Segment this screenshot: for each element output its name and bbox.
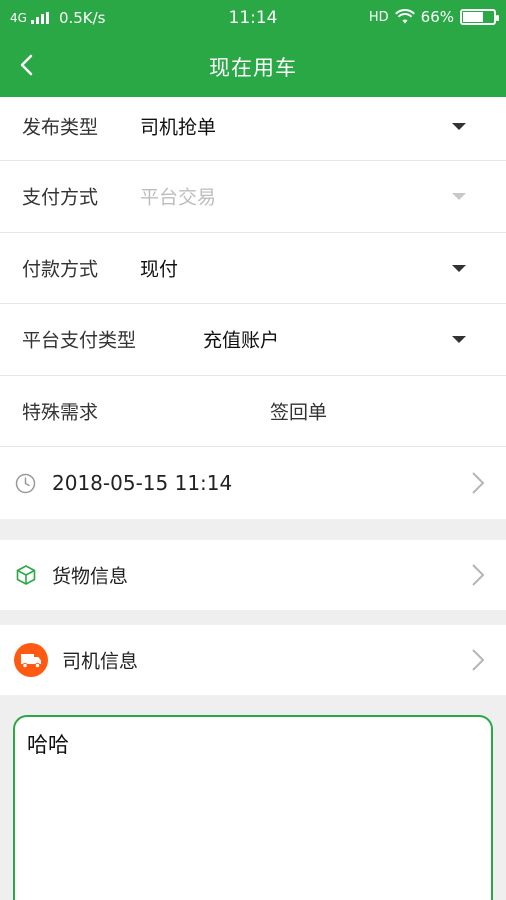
platform-pay-type-select[interactable]: 平台支付类型 充值账户 (0, 304, 506, 376)
datetime-row[interactable]: 2018-05-15 11:14 (0, 447, 506, 519)
status-bar: 4G 0.5K/s 11:14 HD 66% (0, 0, 506, 36)
chevron-right-icon (472, 649, 485, 671)
dropdown-arrow-icon (452, 336, 466, 344)
battery-icon (460, 9, 499, 25)
remark-textarea[interactable]: 哈哈 (13, 715, 493, 900)
navigation-bar: 现在用车 (0, 36, 506, 97)
page-title: 现在用车 (209, 56, 297, 80)
publish-type-select[interactable]: 发布类型 司机抢单 (0, 97, 506, 154)
package-icon (16, 565, 36, 585)
publish-type-label: 发布类型 (22, 116, 99, 138)
chevron-right-icon (472, 472, 485, 494)
wifi-icon (394, 9, 415, 24)
goods-info-label: 货物信息 (52, 565, 129, 588)
order-form: 发布类型 司机抢单 支付方式 平台交易 付款方式 现付 平台支付类型 充值账户 … (0, 97, 506, 519)
app-header: 4G 0.5K/s 11:14 HD 66% 现在用车 (0, 0, 506, 97)
payment-method-label: 支付方式 (22, 186, 99, 209)
driver-info-label: 司机信息 (62, 650, 139, 673)
pay-type-label: 付款方式 (22, 258, 99, 281)
hd-badge: HD (368, 9, 389, 25)
publish-type-value: 司机抢单 (140, 116, 217, 138)
datetime-value: 2018-05-15 11:14 (52, 470, 233, 495)
battery-percent: 66% (420, 8, 454, 26)
platform-pay-type-value: 充值账户 (203, 329, 280, 352)
special-needs-label: 特殊需求 (22, 401, 99, 424)
dropdown-arrow-icon (452, 193, 466, 201)
goods-info-row[interactable]: 货物信息 (0, 540, 506, 610)
platform-pay-type-label: 平台支付类型 (22, 329, 137, 352)
driver-info-row[interactable]: 司机信息 (0, 625, 506, 695)
special-needs-value: 签回单 (270, 401, 328, 424)
clock-icon (15, 473, 36, 493)
payment-method-value: 平台交易 (140, 186, 217, 209)
dropdown-arrow-icon (452, 122, 466, 130)
pay-type-value: 现付 (140, 258, 179, 281)
dropdown-arrow-icon (452, 264, 466, 272)
truck-icon (14, 643, 48, 677)
chevron-right-icon (472, 564, 485, 586)
special-needs-row[interactable]: 特殊需求 签回单 (0, 376, 506, 447)
note-section: 哈哈 (0, 695, 506, 900)
pay-type-select[interactable]: 付款方式 现付 (0, 233, 506, 304)
payment-method-select[interactable]: 支付方式 平台交易 (0, 161, 506, 233)
